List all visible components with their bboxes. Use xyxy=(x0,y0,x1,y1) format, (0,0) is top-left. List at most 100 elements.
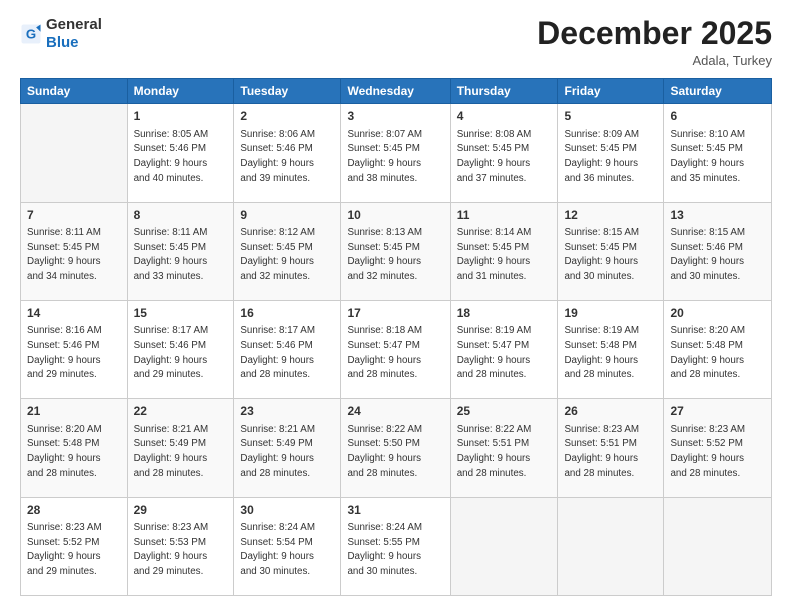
day-number: 14 xyxy=(27,305,121,322)
logo-icon: G xyxy=(20,23,42,45)
calendar-cell: 7 Sunrise: 8:11 AMSunset: 5:45 PMDaylight… xyxy=(21,202,128,300)
day-info: Sunrise: 8:07 AMSunset: 5:45 PMDaylight:… xyxy=(347,128,443,187)
svg-text:G: G xyxy=(26,26,36,41)
calendar-cell: 6 Sunrise: 8:10 AMSunset: 5:45 PMDaylight… xyxy=(664,104,772,202)
month-title: December 2025 xyxy=(537,16,772,51)
calendar-cell: 31Sunrise: 8:24 AMSunset: 5:55 PMDayligh… xyxy=(341,497,450,595)
day-info: Sunrise: 8:22 AMSunset: 5:51 PMDaylight:… xyxy=(457,423,552,482)
week-row-5: 28 Sunrise: 8:23 AMSunset: 5:52 PMDayligh… xyxy=(21,497,772,595)
day-info: Sunrise: 8:16 AMSunset: 5:46 PMDaylight:… xyxy=(27,324,121,383)
day-info: Sunrise: 8:23 AMSunset: 5:52 PMDaylight:… xyxy=(27,521,121,580)
calendar-cell: 30 Sunrise: 8:24 AMSunset: 5:54 PMDayligh… xyxy=(234,497,341,595)
calendar-cell: 13Sunrise: 8:15 AMSunset: 5:46 PMDayligh… xyxy=(664,202,772,300)
day-info: Sunrise: 8:17 AMSunset: 5:46 PMDaylight:… xyxy=(240,324,334,383)
calendar-cell xyxy=(21,104,128,202)
day-info: Sunrise: 8:18 AMSunset: 5:47 PMDaylight:… xyxy=(347,324,443,383)
calendar-cell: 9Sunrise: 8:12 AMSunset: 5:45 PMDaylight… xyxy=(234,202,341,300)
calendar-cell: 5 Sunrise: 8:09 AMSunset: 5:45 PMDaylight… xyxy=(558,104,664,202)
day-number: 21 xyxy=(27,403,121,420)
calendar-cell xyxy=(450,497,558,595)
day-number: 23 xyxy=(240,403,334,420)
calendar-cell: 12 Sunrise: 8:15 AMSunset: 5:45 PMDayligh… xyxy=(558,202,664,300)
day-number: 8 xyxy=(134,207,228,224)
day-number: 31 xyxy=(347,502,443,519)
day-number: 16 xyxy=(240,305,334,322)
calendar-table: SundayMondayTuesdayWednesdayThursdayFrid… xyxy=(20,78,772,596)
day-info: Sunrise: 8:11 AMSunset: 5:45 PMDaylight:… xyxy=(27,226,121,285)
day-info: Sunrise: 8:23 AMSunset: 5:52 PMDaylight:… xyxy=(670,423,765,482)
day-info: Sunrise: 8:22 AMSunset: 5:50 PMDaylight:… xyxy=(347,423,443,482)
day-info: Sunrise: 8:05 AMSunset: 5:46 PMDaylight:… xyxy=(134,128,228,187)
calendar-cell: 28 Sunrise: 8:23 AMSunset: 5:52 PMDayligh… xyxy=(21,497,128,595)
day-info: Sunrise: 8:09 AMSunset: 5:45 PMDaylight:… xyxy=(564,128,657,187)
day-number: 25 xyxy=(457,403,552,420)
calendar-cell: 23 Sunrise: 8:21 AMSunset: 5:49 PMDayligh… xyxy=(234,399,341,497)
day-info: Sunrise: 8:12 AMSunset: 5:45 PMDaylight:… xyxy=(240,226,334,285)
location: Adala, Turkey xyxy=(537,53,772,68)
logo-general: General xyxy=(46,16,102,33)
title-block: December 2025 Adala, Turkey xyxy=(537,16,772,68)
day-info: Sunrise: 8:21 AMSunset: 5:49 PMDaylight:… xyxy=(240,423,334,482)
day-number: 4 xyxy=(457,108,552,125)
week-row-2: 7 Sunrise: 8:11 AMSunset: 5:45 PMDaylight… xyxy=(21,202,772,300)
day-number: 17 xyxy=(347,305,443,322)
calendar-cell: 15Sunrise: 8:17 AMSunset: 5:46 PMDayligh… xyxy=(127,300,234,398)
day-info: Sunrise: 8:23 AMSunset: 5:53 PMDaylight:… xyxy=(134,521,228,580)
day-info: Sunrise: 8:19 AMSunset: 5:48 PMDaylight:… xyxy=(564,324,657,383)
weekday-monday: Monday xyxy=(127,79,234,104)
day-info: Sunrise: 8:15 AMSunset: 5:46 PMDaylight:… xyxy=(670,226,765,285)
day-number: 1 xyxy=(134,108,228,125)
day-info: Sunrise: 8:24 AMSunset: 5:54 PMDaylight:… xyxy=(240,521,334,580)
day-info: Sunrise: 8:08 AMSunset: 5:45 PMDaylight:… xyxy=(457,128,552,187)
day-number: 11 xyxy=(457,207,552,224)
day-number: 6 xyxy=(670,108,765,125)
calendar-cell xyxy=(558,497,664,595)
weekday-saturday: Saturday xyxy=(664,79,772,104)
logo: G General Blue xyxy=(20,16,102,52)
calendar-cell: 14 Sunrise: 8:16 AMSunset: 5:46 PMDayligh… xyxy=(21,300,128,398)
calendar-cell: 25 Sunrise: 8:22 AMSunset: 5:51 PMDayligh… xyxy=(450,399,558,497)
day-number: 28 xyxy=(27,502,121,519)
calendar-cell: 10 Sunrise: 8:13 AMSunset: 5:45 PMDayligh… xyxy=(341,202,450,300)
day-info: Sunrise: 8:21 AMSunset: 5:49 PMDaylight:… xyxy=(134,423,228,482)
calendar-cell: 19 Sunrise: 8:19 AMSunset: 5:48 PMDayligh… xyxy=(558,300,664,398)
day-number: 24 xyxy=(347,403,443,420)
calendar-cell: 11Sunrise: 8:14 AMSunset: 5:45 PMDayligh… xyxy=(450,202,558,300)
weekday-sunday: Sunday xyxy=(21,79,128,104)
calendar-cell: 18Sunrise: 8:19 AMSunset: 5:47 PMDayligh… xyxy=(450,300,558,398)
calendar-cell: 22 Sunrise: 8:21 AMSunset: 5:49 PMDayligh… xyxy=(127,399,234,497)
day-info: Sunrise: 8:19 AMSunset: 5:47 PMDaylight:… xyxy=(457,324,552,383)
calendar-page: G General Blue December 2025 Adala, Turk… xyxy=(0,0,792,612)
day-number: 12 xyxy=(564,207,657,224)
weekday-wednesday: Wednesday xyxy=(341,79,450,104)
calendar-cell: 4 Sunrise: 8:08 AMSunset: 5:45 PMDaylight… xyxy=(450,104,558,202)
day-info: Sunrise: 8:13 AMSunset: 5:45 PMDaylight:… xyxy=(347,226,443,285)
day-number: 7 xyxy=(27,207,121,224)
day-number: 27 xyxy=(670,403,765,420)
calendar-cell: 29 Sunrise: 8:23 AMSunset: 5:53 PMDayligh… xyxy=(127,497,234,595)
calendar-cell: 2Sunrise: 8:06 AMSunset: 5:46 PMDaylight… xyxy=(234,104,341,202)
day-number: 10 xyxy=(347,207,443,224)
day-number: 20 xyxy=(670,305,765,322)
calendar-cell: 3 Sunrise: 8:07 AMSunset: 5:45 PMDaylight… xyxy=(341,104,450,202)
day-info: Sunrise: 8:10 AMSunset: 5:45 PMDaylight:… xyxy=(670,128,765,187)
calendar-cell: 8Sunrise: 8:11 AMSunset: 5:45 PMDaylight… xyxy=(127,202,234,300)
calendar-cell: 27 Sunrise: 8:23 AMSunset: 5:52 PMDayligh… xyxy=(664,399,772,497)
day-number: 5 xyxy=(564,108,657,125)
logo-text: General Blue xyxy=(46,16,102,52)
day-number: 2 xyxy=(240,108,334,125)
calendar-cell: 17 Sunrise: 8:18 AMSunset: 5:47 PMDayligh… xyxy=(341,300,450,398)
day-number: 22 xyxy=(134,403,228,420)
day-number: 19 xyxy=(564,305,657,322)
day-number: 30 xyxy=(240,502,334,519)
day-number: 29 xyxy=(134,502,228,519)
day-info: Sunrise: 8:20 AMSunset: 5:48 PMDaylight:… xyxy=(670,324,765,383)
day-number: 3 xyxy=(347,108,443,125)
calendar-cell xyxy=(664,497,772,595)
logo-blue: Blue xyxy=(46,34,79,51)
day-info: Sunrise: 8:15 AMSunset: 5:45 PMDaylight:… xyxy=(564,226,657,285)
day-number: 26 xyxy=(564,403,657,420)
week-row-3: 14 Sunrise: 8:16 AMSunset: 5:46 PMDayligh… xyxy=(21,300,772,398)
weekday-header-row: SundayMondayTuesdayWednesdayThursdayFrid… xyxy=(21,79,772,104)
calendar-cell: 26Sunrise: 8:23 AMSunset: 5:51 PMDayligh… xyxy=(558,399,664,497)
